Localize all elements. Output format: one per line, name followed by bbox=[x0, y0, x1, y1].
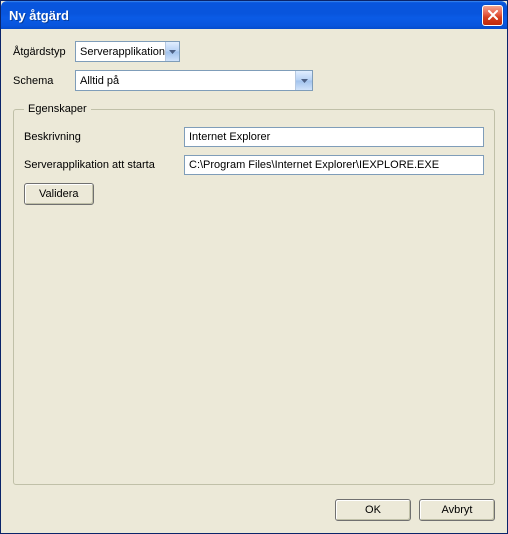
dialog-window: Ny åtgärd Åtgärdstyp Serverapplikation S… bbox=[0, 0, 508, 534]
ok-button[interactable]: OK bbox=[335, 499, 411, 521]
chevron-down-icon bbox=[295, 71, 312, 90]
server-app-label: Serverapplikation att starta bbox=[24, 159, 184, 171]
dialog-content: Åtgärdstyp Serverapplikation Schema Allt… bbox=[1, 29, 507, 491]
schema-label: Schema bbox=[13, 75, 75, 87]
validate-row: Validera bbox=[24, 183, 484, 205]
action-type-select[interactable]: Serverapplikation bbox=[75, 41, 180, 62]
description-row: Beskrivning bbox=[24, 127, 484, 147]
window-title: Ny åtgärd bbox=[9, 8, 482, 23]
action-type-value: Serverapplikation bbox=[80, 46, 165, 58]
chevron-down-icon bbox=[165, 42, 179, 61]
schema-value: Alltid på bbox=[80, 75, 295, 87]
schema-select[interactable]: Alltid på bbox=[75, 70, 313, 91]
dialog-footer: OK Avbryt bbox=[1, 491, 507, 533]
schema-row: Schema Alltid på bbox=[13, 70, 495, 91]
cancel-button[interactable]: Avbryt bbox=[419, 499, 495, 521]
server-app-input[interactable] bbox=[184, 155, 484, 175]
description-input[interactable] bbox=[184, 127, 484, 147]
titlebar: Ny åtgärd bbox=[1, 1, 507, 29]
close-button[interactable] bbox=[482, 5, 503, 26]
validate-button[interactable]: Validera bbox=[24, 183, 94, 205]
action-type-row: Åtgärdstyp Serverapplikation bbox=[13, 41, 495, 62]
close-icon bbox=[488, 10, 498, 20]
properties-group: Egenskaper Beskrivning Serverapplikation… bbox=[13, 103, 495, 485]
properties-legend: Egenskaper bbox=[24, 103, 91, 115]
action-type-label: Åtgärdstyp bbox=[13, 46, 75, 58]
description-label: Beskrivning bbox=[24, 131, 184, 143]
server-app-row: Serverapplikation att starta bbox=[24, 155, 484, 175]
